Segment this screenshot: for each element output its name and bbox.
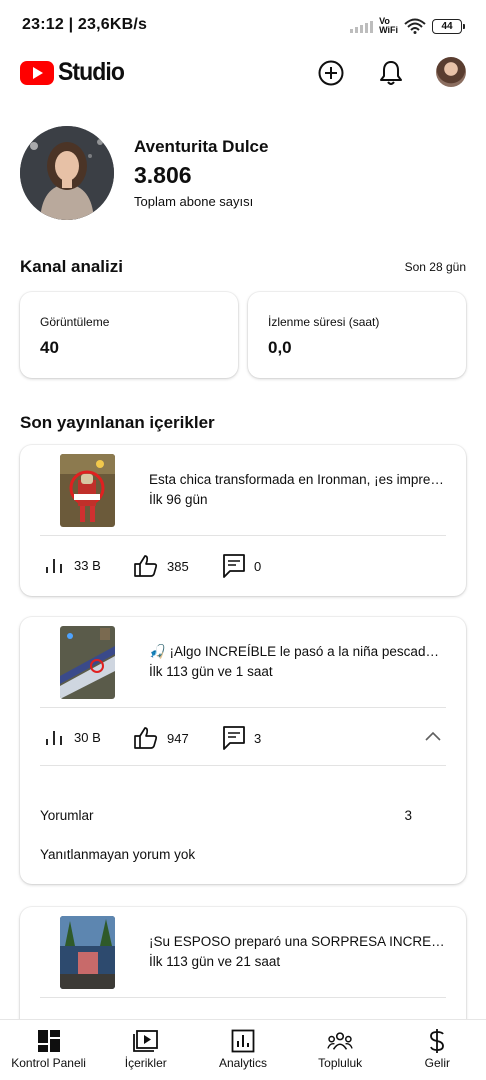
likes-metric: 385 (133, 554, 189, 578)
comments-total: 3 (404, 808, 412, 823)
logo-text: Studio (58, 58, 125, 86)
divider (40, 997, 446, 998)
vowifi-label: Vo WiFi (379, 16, 398, 35)
comments-row[interactable]: Yorumlar 3 (40, 808, 446, 823)
video-thumbnail[interactable] (60, 916, 115, 989)
divider (40, 765, 446, 766)
nav-dashboard[interactable]: Kontrol Paneli (0, 1020, 97, 1080)
nav-analytics[interactable]: Analytics (194, 1020, 291, 1080)
views-metric: 33 B (44, 555, 101, 575)
youtube-studio-logo[interactable]: Studio (20, 58, 130, 87)
comments-metric: 0 (222, 553, 261, 579)
video-age: İlk 113 gün ve 21 saat (149, 954, 281, 969)
likes-metric: 947 (133, 726, 189, 750)
views-label: Görüntüleme (40, 315, 110, 329)
views-count: 30 B (74, 729, 101, 745)
video-title: Esta chica transformada en Ironman, ¡es … (149, 472, 445, 487)
video-card[interactable]: 🎣 ¡Algo INCREÍBLE le pasó a la niña pesc… (20, 617, 466, 884)
views-icon (46, 731, 62, 745)
like-icon (134, 727, 158, 749)
nav-label: Kontrol Paneli (11, 1056, 86, 1070)
subscriber-count: 3.806 (134, 162, 192, 188)
nav-label: Analytics (218, 1056, 267, 1070)
status-time: 23:12 | 23,6KB/s (22, 16, 148, 33)
dashboard-icon (36, 1029, 62, 1053)
watch-time-label: İzlenme süresi (saat) (268, 315, 380, 329)
views-card[interactable]: Görüntüleme 40 (20, 292, 238, 378)
nav-content[interactable]: İçerikler (97, 1020, 194, 1080)
app-header: Studio (0, 50, 486, 96)
nav-label: Gelir (424, 1056, 451, 1070)
notifications-icon (380, 61, 402, 85)
account-avatar[interactable] (436, 57, 466, 87)
views-icon (46, 559, 62, 573)
video-age: İlk 113 gün ve 1 saat (149, 664, 273, 679)
likes-count: 947 (167, 730, 189, 746)
status-icons: Vo WiFi 44 (350, 16, 465, 36)
create-button[interactable] (314, 56, 348, 90)
comments-count: 3 (254, 730, 262, 746)
notifications-button[interactable] (374, 56, 408, 90)
like-icon (134, 555, 158, 577)
analytics-period: Son 28 gün (404, 260, 466, 274)
analytics-title: Kanal analizi (20, 257, 123, 276)
create-icon (318, 60, 344, 86)
analytics-icon (230, 1029, 256, 1053)
nav-earn[interactable]: Gelir (389, 1020, 486, 1080)
divider (40, 707, 446, 708)
watch-time-value: 0,0 (268, 338, 292, 357)
battery-icon: 44 (432, 18, 465, 34)
earn-icon (424, 1029, 450, 1053)
video-title: ¡Su ESPOSO preparó una SORPRESA INCREÍBL… (149, 934, 445, 949)
channel-profile: Aventurita Dulce 3.806 Toplam abone sayı… (20, 126, 466, 221)
video-title: 🎣 ¡Algo INCREÍBLE le pasó a la niña pesc… (149, 644, 445, 659)
video-age: İlk 96 gün (149, 492, 208, 507)
watch-time-card[interactable]: İzlenme süresi (saat) 0,0 (248, 292, 466, 378)
channel-name: Aventurita Dulce (134, 137, 269, 156)
video-thumbnail[interactable] (60, 626, 115, 699)
community-icon (327, 1029, 353, 1053)
video-card[interactable]: Esta chica transformada en Ironman, ¡es … (20, 445, 466, 596)
views-metric: 30 B (44, 727, 101, 747)
recent-title: Son yayınlanan içerikler (20, 413, 215, 432)
signal-icon (350, 19, 374, 33)
nav-label: İçerikler (124, 1056, 167, 1070)
status-bar: 23:12 | 23,6KB/s Vo WiFi 44 (0, 0, 486, 50)
wifi-icon (404, 18, 426, 34)
comments-metric: 3 (222, 725, 261, 751)
likes-count: 385 (167, 558, 189, 574)
divider (40, 535, 446, 536)
nav-community[interactable]: Topluluk (292, 1020, 389, 1080)
channel-avatar[interactable] (20, 126, 114, 220)
unanswered-row: Yanıtlanmayan yorum yok (40, 847, 196, 862)
video-thumbnail[interactable] (60, 454, 115, 527)
comment-icon (223, 726, 245, 750)
views-count: 33 B (74, 557, 101, 573)
comments-count: 0 (254, 558, 262, 574)
comments-label: Yorumlar (40, 808, 94, 823)
chevron-up-icon[interactable] (424, 730, 442, 742)
nav-label: Topluluk (318, 1056, 363, 1070)
comment-icon (223, 554, 245, 578)
views-value: 40 (40, 338, 59, 357)
content-icon (132, 1029, 159, 1053)
subscriber-label: Toplam abone sayısı (134, 194, 254, 209)
youtube-play-icon (20, 60, 54, 85)
bottom-nav: Kontrol Paneli İçerikler Analytics Toplu… (0, 1019, 486, 1080)
